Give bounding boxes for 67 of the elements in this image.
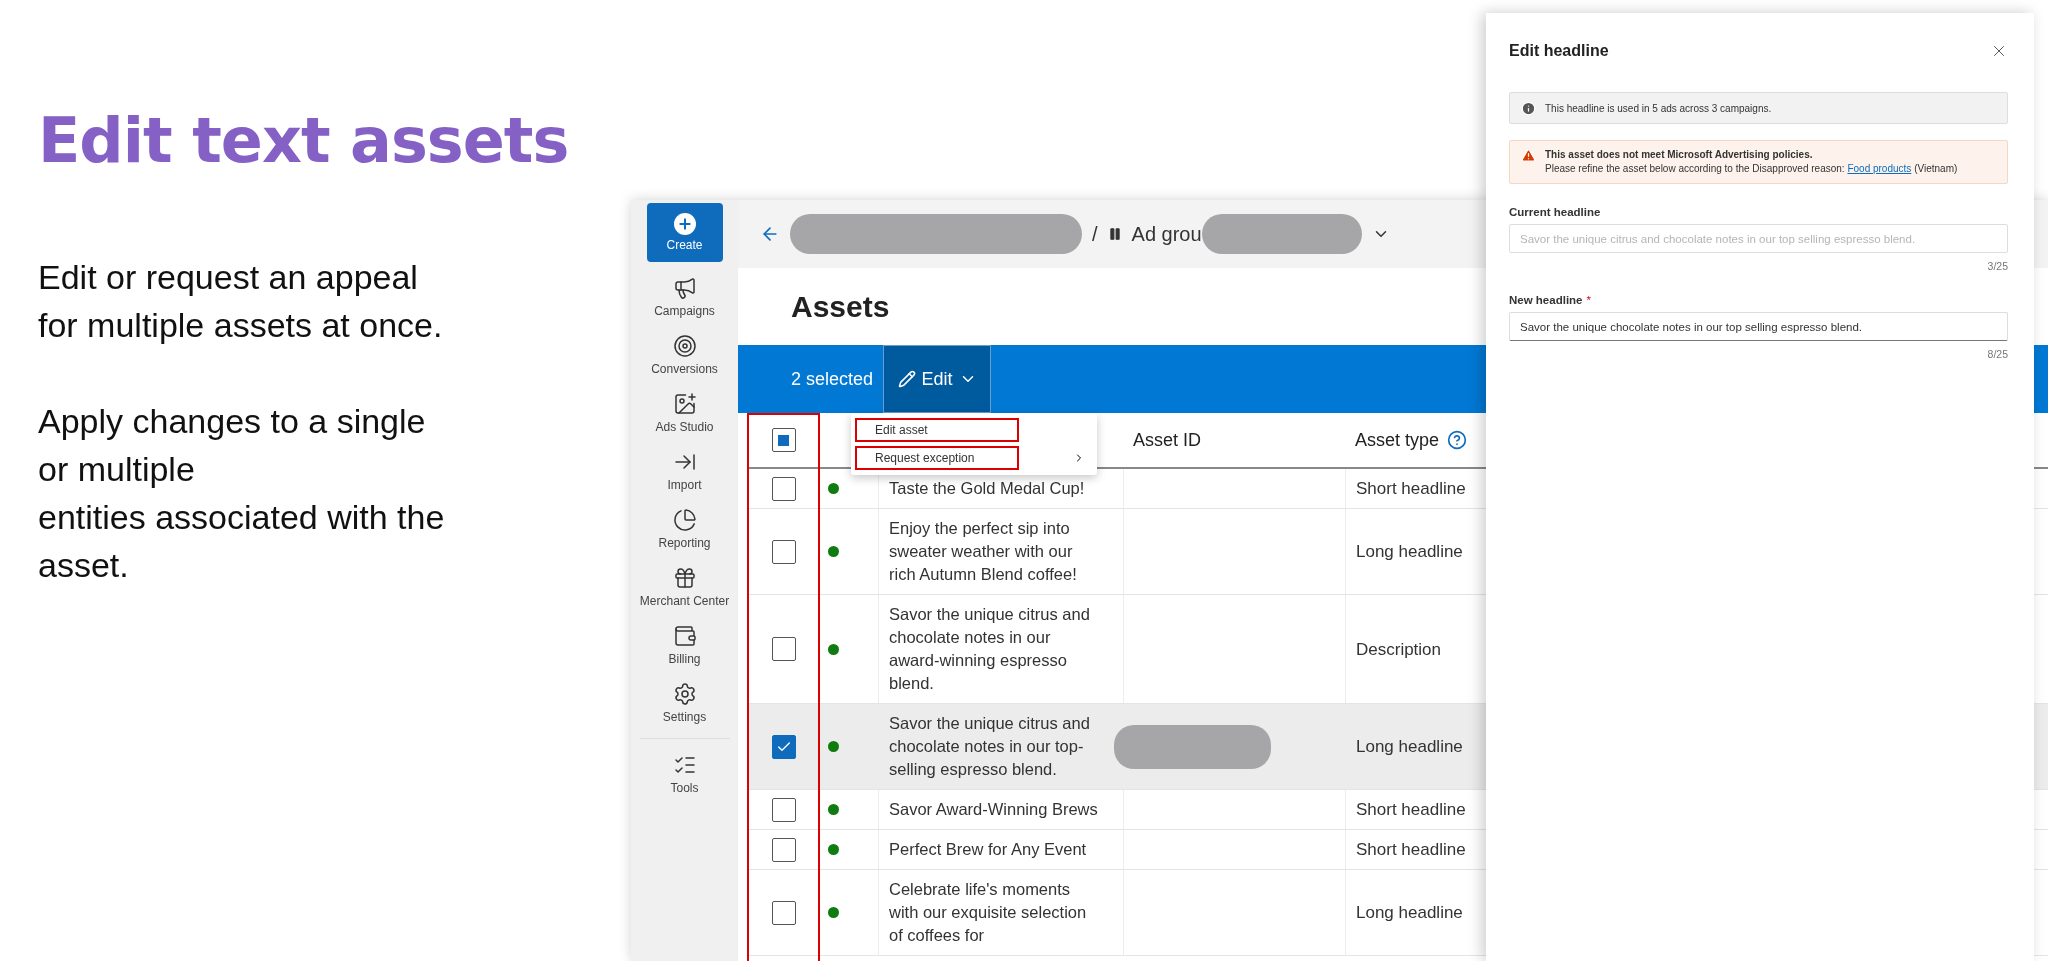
status-dot-icon bbox=[828, 741, 839, 752]
pencil-icon bbox=[897, 370, 916, 388]
sidebar-item[interactable]: Conversions bbox=[639, 332, 730, 378]
table-cell: Enjoy the perfect sip into sweater weather with our rich Autumn Blend coffee! bbox=[878, 509, 1123, 594]
headline-field[interactable]: Savor the unique chocolate notes in our top selling espresso blend. bbox=[1509, 312, 2008, 341]
create-button[interactable]: Create bbox=[646, 203, 723, 262]
square-icon bbox=[778, 434, 789, 446]
field-label: New headline bbox=[1509, 294, 1583, 306]
row-checkbox[interactable] bbox=[771, 797, 796, 822]
select-all-checkbox[interactable] bbox=[771, 428, 796, 452]
breadcrumb-item[interactable]: Ad grou bbox=[1131, 222, 1202, 246]
status-dot-icon bbox=[828, 804, 839, 815]
table-cell: Savor the unique citrus and chocolate notes in our award-winning espresso blend. bbox=[878, 595, 1123, 703]
table-cell: Savor Award-Winning Brews bbox=[878, 790, 1123, 829]
character-count: 3/25 bbox=[1987, 260, 2008, 272]
help-icon[interactable] bbox=[1447, 430, 1468, 450]
row-checkbox[interactable] bbox=[771, 539, 796, 564]
sidebar-item[interactable]: Reporting bbox=[639, 506, 730, 552]
megaphone-icon bbox=[672, 276, 697, 300]
row-checkbox[interactable] bbox=[771, 637, 796, 661]
slide-paragraph: Edit or request an appeal for multiple assets at once. bbox=[38, 257, 444, 346]
column-header[interactable]: Asset type bbox=[1345, 429, 1478, 451]
panel-title: Edit headline bbox=[1509, 42, 1609, 60]
page-title: Assets bbox=[790, 288, 890, 325]
info-text: This headline is used in 5 ads across 3 campaigns. bbox=[1545, 102, 1772, 114]
sidebar-item[interactable]: Ads Studio bbox=[639, 390, 730, 436]
slide-paragraph: Apply changes to a single or multiple entities associated with the asset. bbox=[38, 401, 446, 586]
slide-title: Edit text assets bbox=[38, 104, 570, 177]
wallet-icon bbox=[672, 624, 697, 648]
pie-chart-icon bbox=[672, 508, 697, 532]
character-count: 8/25 bbox=[1987, 348, 2008, 360]
warning-title: This asset does not meet Microsoft Advertising policies. bbox=[1545, 148, 1814, 162]
status-dot-icon bbox=[828, 844, 839, 855]
status-dot-icon bbox=[828, 483, 839, 494]
image-icon bbox=[672, 392, 697, 416]
row-checkbox[interactable] bbox=[771, 900, 796, 925]
menu-item[interactable]: Request exception bbox=[855, 446, 1019, 470]
status-dot-icon bbox=[828, 643, 839, 655]
selection-count: 2 selected bbox=[790, 368, 875, 390]
pause-icon bbox=[1107, 227, 1122, 241]
warning-icon bbox=[1521, 148, 1536, 163]
table-cell: Perfect Brew for Any Event bbox=[878, 830, 1123, 869]
policy-link[interactable]: Food products bbox=[1847, 163, 1912, 174]
breadcrumb-separator: / bbox=[1092, 222, 1098, 246]
menu-item[interactable]: Edit asset bbox=[855, 418, 1019, 442]
status-dot-icon bbox=[828, 546, 839, 557]
edit-button[interactable]: Edit bbox=[883, 345, 992, 413]
sidebar-item[interactable]: Campaigns bbox=[639, 274, 730, 320]
required-mark: * bbox=[1586, 294, 1591, 306]
sidebar-item[interactable]: Merchant Center bbox=[639, 564, 730, 610]
info-icon bbox=[1521, 100, 1536, 116]
status-dot-icon bbox=[828, 907, 839, 918]
field-label: Current headline bbox=[1509, 206, 1601, 218]
warning-text: Please refine the asset below according to the Disapproved reason: bbox=[1545, 163, 1846, 174]
sidebar-item[interactable]: Settings bbox=[639, 680, 730, 726]
row-checkbox[interactable] bbox=[771, 837, 796, 862]
row-checkbox[interactable] bbox=[771, 734, 796, 759]
sidebar-item[interactable]: Import bbox=[639, 448, 730, 494]
gift-icon bbox=[672, 566, 697, 590]
settings-icon bbox=[672, 682, 697, 706]
warning-text: (Vietnam) bbox=[1913, 163, 1958, 174]
target-icon bbox=[672, 334, 697, 358]
table-cell: Celebrate life's moments with our exquisite selection of coffees for bbox=[878, 870, 1123, 955]
sidebar-item[interactable]: Tools bbox=[639, 751, 730, 797]
sidebar-item[interactable]: Billing bbox=[639, 622, 730, 668]
row-checkbox[interactable] bbox=[771, 476, 796, 501]
column-header[interactable]: Asset ID bbox=[1123, 429, 1212, 451]
